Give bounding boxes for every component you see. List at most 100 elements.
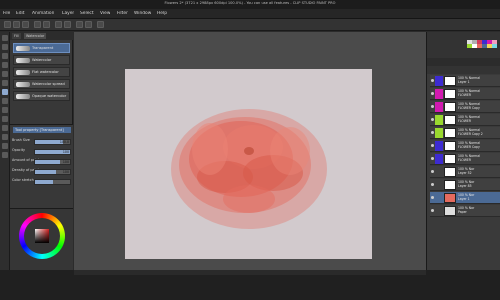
property-row[interactable]: Opacity 100 (12, 148, 71, 156)
visibility-eye-icon[interactable] (431, 131, 434, 134)
menu-view[interactable]: View (100, 11, 110, 16)
figure-tool-icon[interactable] (2, 143, 8, 149)
visibility-eye-icon[interactable] (431, 209, 434, 212)
canvas-area[interactable] (74, 32, 426, 270)
layer-row[interactable]: 100 % Nor Layer 52 (430, 166, 500, 178)
move-tool-icon[interactable] (2, 44, 8, 50)
save-icon[interactable] (22, 21, 29, 28)
gradient-tool-icon[interactable] (2, 134, 8, 140)
layer-row[interactable]: 100 % Normal Layer 1 (430, 75, 500, 87)
clear-icon[interactable] (55, 21, 62, 28)
visibility-eye-icon[interactable] (431, 157, 434, 160)
brush-item[interactable]: Flat watercolor (13, 67, 70, 77)
layer-label: 100 % Nor Layer 1 (458, 193, 500, 201)
menu-edit[interactable]: Edit (16, 11, 25, 16)
layer-row[interactable]: 100 % Normal FLOWER (430, 114, 500, 126)
visibility-eye-icon[interactable] (431, 79, 434, 82)
pencil-tool-icon[interactable] (2, 80, 8, 86)
visibility-eye-icon[interactable] (431, 92, 434, 95)
eraser-tool-icon[interactable] (2, 107, 8, 113)
layer-row[interactable]: 100 % Normal FLOWER (430, 88, 500, 100)
layer-name: FLOWER (458, 93, 471, 97)
layer-label: 100 % Nor Paper (458, 206, 500, 214)
property-slider[interactable]: 100 (34, 169, 71, 175)
menu-select[interactable]: Select (80, 11, 94, 16)
property-value: 100.0 (59, 140, 69, 144)
layer-name: FLOWER Copy (458, 145, 480, 149)
layer-row[interactable]: 100 % Normal FLOWER Copy (430, 140, 500, 152)
visibility-eye-icon[interactable] (431, 183, 434, 186)
tool-property-title: Tool property [Transparent] (13, 127, 71, 133)
layer-row[interactable]: 100 % Normal FLOWER (430, 153, 500, 165)
subtool-panel: Fill Watercolor Transparent Watercolor Fla… (10, 32, 73, 124)
property-value: 100 (62, 170, 69, 174)
canvas[interactable] (125, 69, 372, 259)
invert-selection-icon[interactable] (85, 21, 92, 28)
property-row[interactable]: Brush Size 100.0 (12, 138, 71, 146)
window-title: Flowers 2* (3721 x 2988px 600dpi 100.0%)… (164, 1, 336, 5)
hue-ring-center (24, 218, 60, 254)
new-file-icon[interactable] (4, 21, 11, 28)
layer-row[interactable]: 100 % Nor Layer 1 (430, 192, 500, 204)
saturation-value-square[interactable] (35, 229, 49, 243)
layer-name: FLOWER Copy (458, 106, 480, 110)
tab-watercolor[interactable]: Watercolor (24, 33, 47, 39)
layer-color-label (435, 115, 443, 125)
brush-label: Watercolor (32, 58, 52, 62)
menu-animation[interactable]: Animation (32, 11, 54, 16)
redo-icon[interactable] (43, 21, 50, 28)
property-row[interactable]: Color stretch (12, 178, 71, 186)
menu-filter[interactable]: Filter (117, 11, 128, 16)
menu-layer[interactable]: Layer (62, 11, 74, 16)
property-value: 100 (62, 160, 69, 164)
property-row[interactable]: Density of paint 100 (12, 168, 71, 176)
layer-panel-header (427, 58, 500, 66)
brush-tool-icon[interactable] (2, 89, 8, 95)
brush-item[interactable]: Watercolor spread (13, 79, 70, 89)
undo-icon[interactable] (34, 21, 41, 28)
layer-color-label (435, 154, 443, 164)
property-row[interactable]: Amount of paint 100 (12, 158, 71, 166)
transform-icon[interactable] (64, 21, 71, 28)
hue-ring[interactable] (19, 213, 65, 259)
fill-tool-icon[interactable] (2, 125, 8, 131)
property-slider[interactable]: 100 (34, 159, 71, 165)
menu-file[interactable]: File (3, 11, 10, 16)
palette-swatch[interactable] (492, 44, 497, 48)
menu-window[interactable]: Window (134, 11, 151, 16)
visibility-eye-icon[interactable] (431, 105, 434, 108)
layer-color-label (435, 102, 443, 112)
layer-row[interactable]: 100 % Nor Layer 85 (430, 179, 500, 191)
ruler-icon[interactable] (97, 21, 104, 28)
blend-tool-icon[interactable] (2, 116, 8, 122)
layer-thumbnail (444, 193, 456, 203)
layer-row[interactable]: 100 % Nor Paper (430, 205, 500, 217)
property-slider[interactable]: 100.0 (34, 139, 71, 145)
pen-tool-icon[interactable] (2, 71, 8, 77)
open-icon[interactable] (13, 21, 20, 28)
tab-fill[interactable]: Fill (12, 33, 21, 39)
brush-item[interactable]: Transparent (13, 43, 70, 53)
brush-item[interactable]: Watercolor (13, 55, 70, 65)
layer-row[interactable]: 100 % Normal FLOWER Copy 2 (430, 127, 500, 139)
visibility-eye-icon[interactable] (431, 118, 434, 121)
property-slider[interactable] (34, 179, 71, 185)
visibility-eye-icon[interactable] (431, 144, 434, 147)
text-tool-icon[interactable] (2, 152, 8, 158)
zoom-tool-icon[interactable] (2, 35, 8, 41)
layer-name: Paper (458, 210, 467, 214)
visibility-eye-icon[interactable] (431, 196, 434, 199)
layer-row[interactable]: 100 % Normal FLOWER Copy (430, 101, 500, 113)
menu-help[interactable]: Help (157, 11, 167, 16)
property-slider[interactable]: 100 (34, 149, 71, 155)
layer-label: 100 % Normal FLOWER (458, 89, 500, 97)
brush-item[interactable]: Opaque watercolor (13, 91, 70, 101)
selection-tool-icon[interactable] (2, 53, 8, 59)
deselect-icon[interactable] (76, 21, 83, 28)
layer-thumbnail (444, 102, 456, 112)
brush-stroke-preview-icon (16, 58, 30, 63)
airbrush-tool-icon[interactable] (2, 98, 8, 104)
layer-color-label (435, 141, 443, 151)
visibility-eye-icon[interactable] (431, 170, 434, 173)
eyedropper-tool-icon[interactable] (2, 62, 8, 68)
